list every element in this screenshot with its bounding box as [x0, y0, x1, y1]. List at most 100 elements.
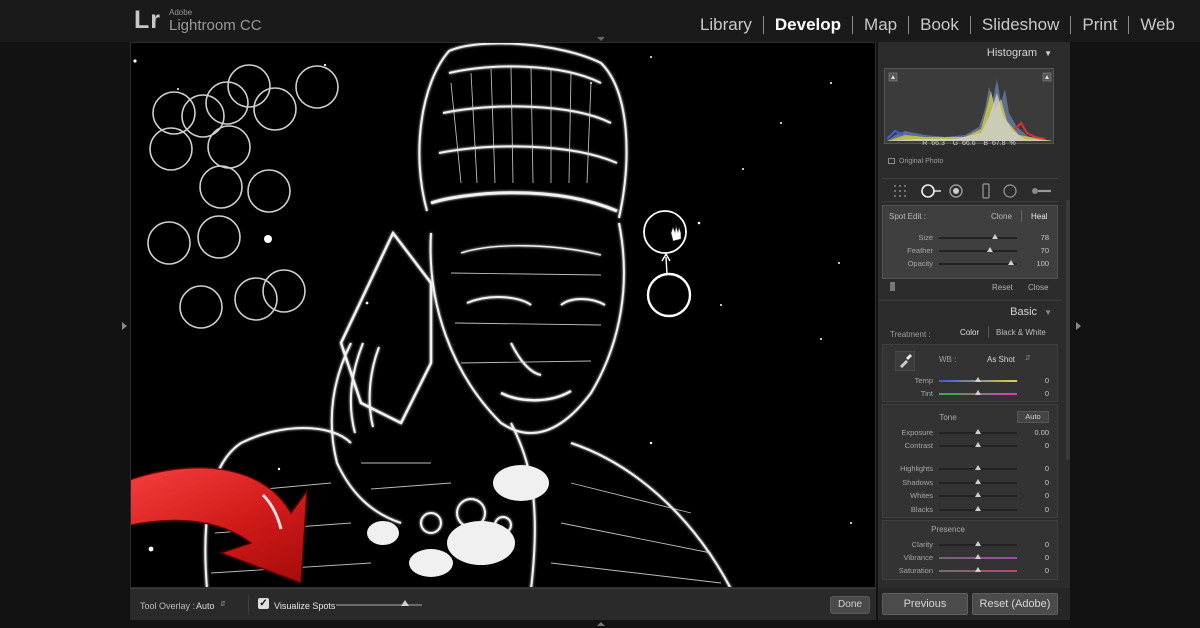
active-spot[interactable]: [643, 210, 692, 318]
right-panel-toggle-icon[interactable]: [1076, 322, 1081, 330]
slider-track[interactable]: [939, 505, 1017, 511]
slider-track[interactable]: [939, 260, 1017, 265]
slider-track[interactable]: [939, 478, 1017, 484]
histogram-header[interactable]: Histogram ▼: [878, 44, 1062, 62]
reset-adobe-button[interactable]: Reset (Adobe): [972, 593, 1058, 615]
panel-switch-icon[interactable]: [890, 282, 895, 291]
spot-removal-icon[interactable]: [920, 183, 942, 199]
slider-value[interactable]: 0: [1045, 505, 1049, 514]
spot-pin[interactable]: [227, 64, 271, 108]
clone-mode-button[interactable]: Clone: [991, 212, 1012, 221]
visualize-spots-checkbox[interactable]: ✓: [258, 598, 269, 609]
slider-thumb[interactable]: [975, 465, 981, 470]
original-photo-checkbox[interactable]: [888, 158, 895, 164]
slider-track[interactable]: [939, 442, 1017, 447]
visualize-threshold-slider[interactable]: [336, 600, 422, 606]
slider-thumb[interactable]: [975, 429, 981, 434]
visualize-spots-canvas[interactable]: [130, 42, 876, 588]
treatment-bw-button[interactable]: Black & White: [996, 328, 1046, 337]
spot-pin[interactable]: [247, 169, 291, 213]
treatment-color-button[interactable]: Color: [960, 328, 979, 337]
module-slideshow[interactable]: Slideshow: [971, 15, 1071, 35]
slider-value[interactable]: 0: [1045, 491, 1049, 500]
spot-reset-button[interactable]: Reset: [992, 283, 1013, 292]
slider-track[interactable]: [939, 390, 1017, 395]
tool-overlay-select[interactable]: Auto: [196, 601, 215, 611]
slider-value[interactable]: 0: [1045, 553, 1049, 562]
slider-thumb[interactable]: [975, 541, 981, 546]
hand-cursor-icon: [670, 225, 682, 242]
basic-header[interactable]: Basic ▼: [878, 300, 1062, 322]
slider-value[interactable]: 0: [1045, 464, 1049, 473]
original-photo-toggle[interactable]: Original Photo: [888, 158, 943, 165]
spot-source[interactable]: [646, 272, 692, 318]
slider-track[interactable]: [939, 492, 1017, 497]
spot-pin[interactable]: [207, 125, 251, 169]
top-panel-toggle-icon[interactable]: [597, 37, 605, 41]
slider-thumb[interactable]: [975, 492, 981, 497]
radial-filter-icon[interactable]: [1002, 183, 1018, 199]
slider-track[interactable]: [939, 554, 1017, 559]
slider-value[interactable]: 0.00: [1034, 428, 1049, 437]
module-print[interactable]: Print: [1071, 15, 1128, 35]
slider-value[interactable]: 0: [1045, 478, 1049, 487]
slider-value[interactable]: 0: [1045, 389, 1049, 398]
slider-value[interactable]: 0: [1045, 566, 1049, 575]
adjustment-brush-icon[interactable]: [1030, 183, 1052, 199]
spot-pin[interactable]: [234, 277, 278, 321]
slider-value[interactable]: 0: [1045, 441, 1049, 450]
slider-value[interactable]: 0: [1045, 376, 1049, 385]
slider-track[interactable]: [939, 247, 1017, 252]
slider-thumb[interactable]: [975, 377, 981, 382]
module-map[interactable]: Map: [853, 15, 908, 35]
spot-pin[interactable]: [197, 215, 241, 259]
slider-thumb[interactable]: [992, 234, 999, 239]
slider-thumb[interactable]: [987, 247, 994, 252]
collapse-triangle-icon[interactable]: ▼: [1044, 49, 1052, 58]
right-panel-scrollbar[interactable]: [1066, 200, 1070, 460]
slider-thumb[interactable]: [975, 505, 981, 511]
slider-track[interactable]: [939, 465, 1017, 470]
spot-pin[interactable]: [181, 94, 225, 138]
slider-track[interactable]: [939, 377, 1017, 382]
red-eye-icon[interactable]: [948, 183, 964, 199]
slider-value[interactable]: 78: [1041, 233, 1049, 242]
eyedropper-icon[interactable]: [895, 351, 915, 371]
spot-pin[interactable]: [147, 221, 191, 265]
wb-select[interactable]: As Shot: [987, 355, 1015, 364]
module-web[interactable]: Web: [1129, 15, 1186, 35]
slider-track[interactable]: [939, 541, 1017, 546]
previous-button[interactable]: Previous: [882, 593, 968, 615]
collapse-triangle-icon[interactable]: ▼: [1044, 308, 1052, 317]
slider-track[interactable]: [939, 567, 1017, 572]
spot-pin[interactable]: [253, 87, 297, 131]
left-panel-toggle-icon[interactable]: [122, 322, 127, 330]
module-develop[interactable]: Develop: [764, 15, 852, 35]
slider-thumb[interactable]: [975, 390, 981, 395]
module-library[interactable]: Library: [689, 15, 763, 35]
done-button[interactable]: Done: [830, 596, 870, 614]
crop-grid-icon[interactable]: [892, 183, 908, 199]
spot-pin[interactable]: [179, 285, 223, 329]
slider-thumb[interactable]: [400, 600, 409, 606]
slider-value[interactable]: 70: [1041, 246, 1049, 255]
spot-pin[interactable]: [262, 269, 306, 313]
slider-thumb[interactable]: [1007, 260, 1014, 265]
slider-thumb[interactable]: [975, 442, 981, 447]
graduated-filter-icon[interactable]: [978, 183, 994, 199]
bottom-panel-toggle-icon[interactable]: [597, 622, 605, 626]
slider-value[interactable]: 100: [1036, 259, 1049, 268]
slider-thumb[interactable]: [975, 554, 981, 559]
heal-mode-button[interactable]: Heal: [1031, 212, 1047, 221]
spot-pin[interactable]: [199, 165, 243, 209]
slider-track[interactable]: [939, 234, 1017, 239]
slider-thumb[interactable]: [975, 478, 981, 484]
slider-track[interactable]: [939, 429, 1017, 434]
spot-pin[interactable]: [295, 65, 339, 109]
module-book[interactable]: Book: [909, 15, 970, 35]
slider-thumb[interactable]: [975, 567, 981, 572]
auto-tone-button[interactable]: Auto: [1017, 411, 1049, 423]
spot-close-button[interactable]: Close: [1028, 283, 1048, 292]
spot-pin[interactable]: [205, 81, 249, 125]
slider-value[interactable]: 0: [1045, 540, 1049, 549]
